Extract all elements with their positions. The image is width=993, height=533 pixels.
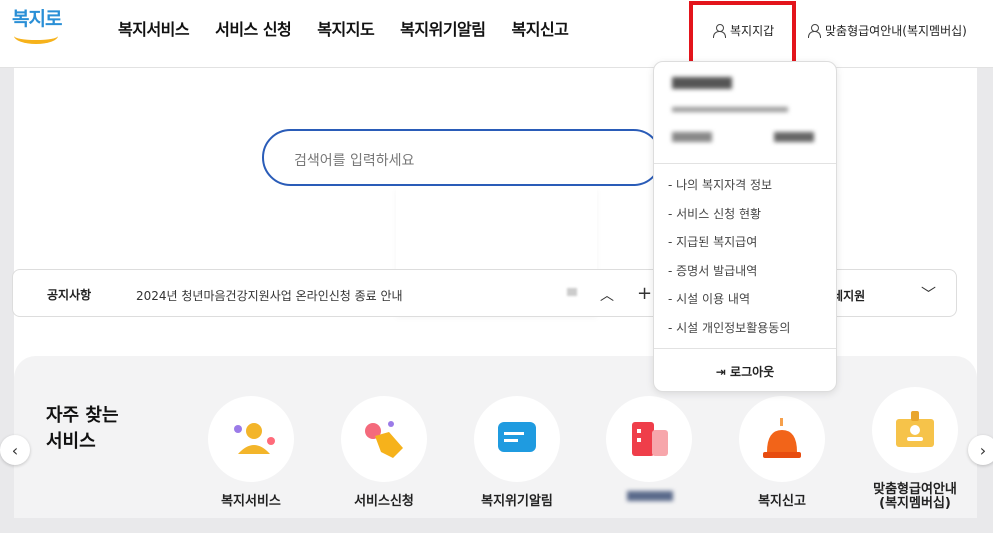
nav-item-welfare-service[interactable]: 복지서비스 — [118, 16, 190, 40]
chevron-down-icon[interactable]: ﹀ — [921, 283, 936, 304]
dropdown-item[interactable]: - 나의 복지자격 정보 — [668, 176, 772, 193]
shortcut-welfare-service[interactable] — [208, 396, 294, 482]
dropdown-item[interactable]: - 시설 이용 내역 — [668, 290, 750, 307]
shortcut-label: 복지위기알림 — [481, 494, 553, 509]
shortcut-label: 복지신고 — [758, 494, 806, 509]
chevron-left-icon: ‹ — [11, 440, 19, 460]
building-icon — [632, 422, 668, 456]
person-icon — [234, 423, 275, 454]
wallet-dropdown: - 나의 복지자격 정보 - 서비스 신청 현황 - 지급된 복지급여 - 증명… — [653, 61, 837, 392]
logout-button[interactable]: ⇥ 로그아웃 — [654, 363, 836, 380]
chevron-right-icon: › — [979, 440, 987, 460]
blurred-user-info — [672, 107, 788, 112]
nav-item-report[interactable]: 복지신고 — [512, 16, 569, 40]
logout-icon: ⇥ — [715, 365, 731, 379]
custom-benefit-button[interactable]: 맞춤형급여안내(복지멤버십) — [808, 22, 967, 39]
logo-text: 복지로 — [12, 8, 62, 30]
dropdown-item[interactable]: - 시설 개인정보활용동의 — [668, 319, 790, 336]
nav-item-crisis-alert[interactable]: 복지위기알림 — [400, 16, 486, 40]
divider — [654, 348, 836, 349]
prev-arrow-button[interactable]: ‹ — [0, 435, 30, 465]
dropdown-item[interactable]: - 서비스 신청 현황 — [668, 205, 761, 222]
shortcut-label: 맞춤형급여안내 (복지멤버십) — [873, 482, 957, 511]
member-card-icon — [896, 411, 934, 447]
shortcut-report[interactable] — [739, 396, 825, 482]
search-placeholder: 검색어를 입력하세요 — [294, 153, 415, 169]
chat-bubble-icon — [498, 422, 536, 452]
logout-label: 로그아웃 — [730, 365, 775, 379]
chevron-up-icon[interactable]: ︿ — [600, 285, 614, 305]
user-plus-icon — [808, 24, 821, 38]
shortcut-service-apply[interactable] — [341, 396, 427, 482]
custom-benefit-label: 맞춤형급여안내(복지멤버십) — [825, 24, 967, 38]
header: 복지로 복지서비스 서비스 신청 복지지도 복지위기알림 복지신고 복지지갑 맞… — [0, 0, 993, 68]
blurred-user-info — [774, 132, 814, 142]
shortcut-label: 복지서비스 — [221, 494, 281, 509]
logo-smile — [14, 28, 58, 44]
highlight-box — [689, 1, 796, 65]
divider — [654, 163, 836, 164]
plus-icon[interactable]: + — [637, 283, 652, 304]
nav-item-welfare-map[interactable]: 복지지도 — [317, 16, 374, 40]
dropdown-item[interactable]: - 지급된 복지급여 — [668, 233, 757, 250]
notice-label: 공지사항 — [47, 288, 92, 302]
shortcut-label: 서비스신청 — [354, 494, 414, 509]
shortcut-crisis-alert[interactable] — [474, 396, 560, 482]
hand-click-icon — [365, 421, 403, 458]
siren-icon — [763, 418, 801, 458]
next-arrow-button[interactable]: › — [968, 435, 993, 465]
frequent-title: 자주 찾는 서비스 — [46, 405, 119, 452]
blurred-text — [567, 288, 577, 296]
notice-link[interactable]: 2024년 청년마음건강지원사업 온라인신청 종료 안내 — [136, 287, 403, 304]
shortcut-custom-benefit[interactable] — [872, 387, 958, 473]
nav-item-service-apply[interactable]: 서비스 신청 — [215, 16, 292, 40]
blurred-user-name — [672, 77, 732, 89]
blurred-label — [627, 491, 673, 501]
logo[interactable]: 복지로 — [12, 4, 62, 46]
search-input[interactable]: 검색어를 입력하세요 — [262, 129, 662, 186]
dropdown-item[interactable]: - 증명서 발급내역 — [668, 262, 757, 279]
main-nav: 복지서비스 서비스 신청 복지지도 복지위기알림 복지신고 — [118, 16, 594, 40]
shortcut-welfare-map[interactable] — [606, 396, 692, 482]
blurred-user-info — [672, 132, 712, 142]
